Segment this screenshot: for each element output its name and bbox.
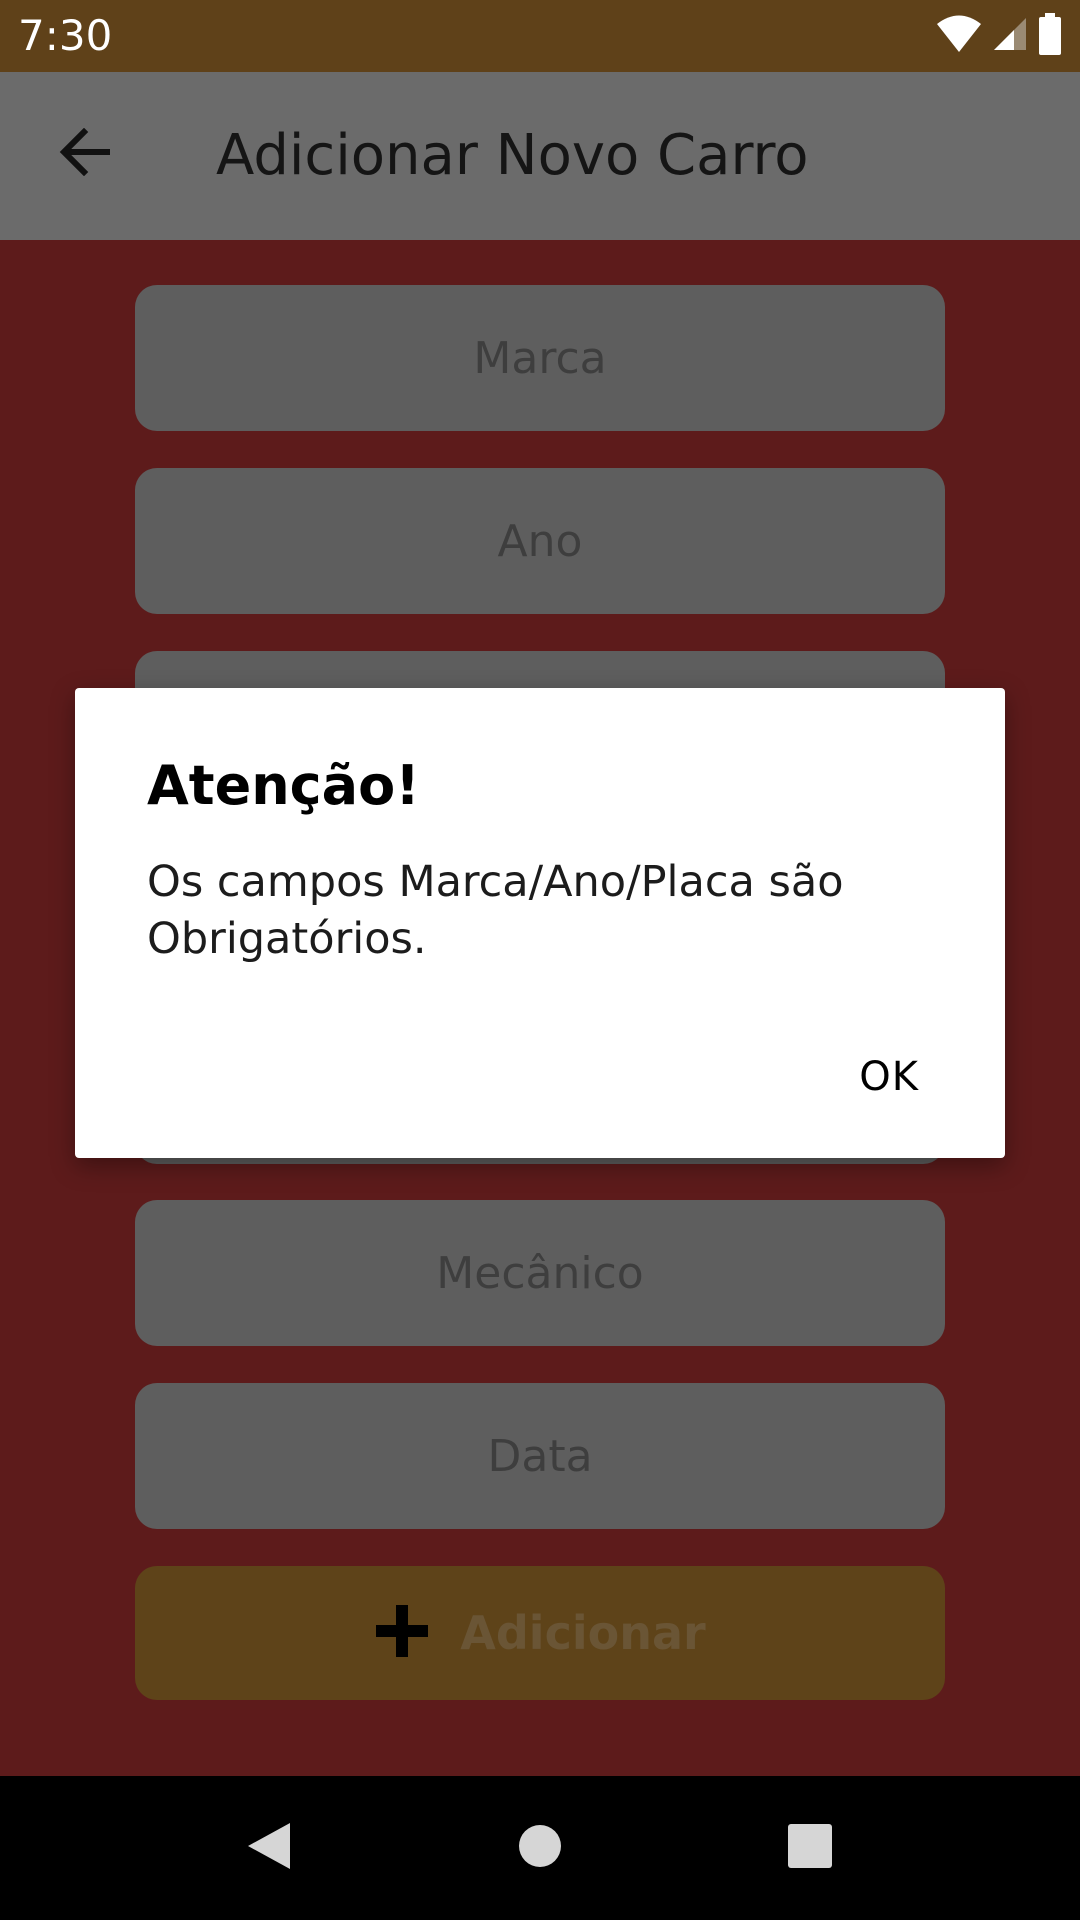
nav-home-button[interactable]: [504, 1812, 576, 1884]
add-button-label: Adicionar: [460, 1606, 706, 1660]
recents-square-icon: [787, 1823, 833, 1874]
plus-icon: [374, 1603, 430, 1664]
nav-recents-button[interactable]: [774, 1812, 846, 1884]
nav-back-button[interactable]: [232, 1812, 304, 1884]
mechanic-field[interactable]: Mecânico: [135, 1200, 945, 1346]
brand-field[interactable]: Marca: [135, 285, 945, 431]
dialog-message: Os campos Marca/Ano/Placa são Obrigatóri…: [147, 857, 844, 964]
battery-icon: [1038, 12, 1062, 60]
dialog-title: Atenção!: [147, 754, 420, 817]
cell-signal-icon: [992, 16, 1028, 57]
ok-button[interactable]: OK: [859, 1054, 919, 1100]
navigation-bar: [0, 1776, 1080, 1920]
add-button[interactable]: Adicionar: [135, 1566, 945, 1700]
date-field[interactable]: Data: [135, 1383, 945, 1529]
year-field[interactable]: Ano: [135, 468, 945, 614]
page-title: Adicionar Novo Carro: [216, 123, 809, 188]
app-bar: Adicionar Novo Carro: [0, 72, 1080, 240]
wifi-icon: [936, 15, 982, 58]
status-icons: [936, 12, 1062, 60]
alert-dialog: Atenção! Os campos Marca/Ano/Placa são O…: [75, 688, 1005, 1158]
status-bar: 7:30: [0, 0, 1080, 72]
back-button[interactable]: [50, 118, 122, 190]
back-triangle-icon: [244, 1821, 292, 1876]
status-time: 7:30: [18, 11, 113, 60]
home-circle-icon: [517, 1823, 563, 1874]
arrow-left-icon: [58, 127, 114, 181]
